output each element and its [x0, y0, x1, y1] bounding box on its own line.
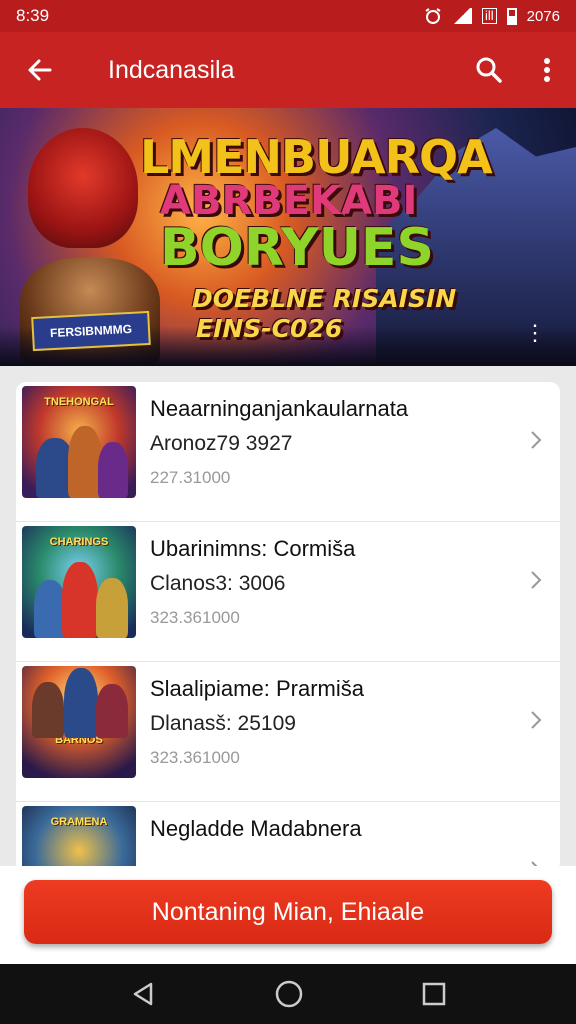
nav-recents-icon[interactable]: [421, 981, 447, 1007]
item-meta: 227.31000: [150, 468, 231, 487]
nav-home-icon[interactable]: [274, 979, 304, 1009]
banner-headline-1: LMENBUARQA: [140, 130, 493, 184]
app-bar: Indcanasila: [0, 32, 576, 108]
thumbnail-caption: TNEHONGAL: [44, 396, 114, 408]
battery-icon: [506, 7, 517, 25]
search-icon: [476, 57, 502, 83]
thumbnail-caption: CHARINGS: [49, 536, 109, 548]
network-label: ill: [481, 8, 497, 24]
banner-headline-3: BORYUES: [160, 218, 434, 278]
game-list: TNEHONGAL Neaarninganjankaularnata Arono…: [16, 382, 560, 872]
status-icons: ill 2076: [424, 7, 560, 25]
chevron-right-icon: [531, 711, 542, 729]
thumbnail-caption: GRAMENA: [50, 816, 108, 828]
item-subtitle: Dlanasš: 25109: [150, 712, 296, 735]
bottom-action-bar: Nontaning Mian, Ehiaale: [0, 866, 576, 964]
item-title: Neaarninganjankaularnata: [150, 396, 409, 421]
item-subtitle: Clanos3: 3006: [150, 572, 286, 595]
item-title: Negladde Madabnera: [150, 816, 362, 841]
list-item[interactable]: BARNOS Slaalipiame: Prarmiša Dlanasš: 25…: [16, 662, 560, 802]
game-thumbnail: CHARINGS: [22, 526, 136, 638]
game-thumbnail: BARNOS: [22, 666, 136, 778]
list-item[interactable]: TNEHONGAL Neaarninganjankaularnata Arono…: [16, 382, 560, 522]
battery-level: 2076: [526, 7, 560, 25]
signal-icon: [451, 8, 472, 24]
game-thumbnail: TNEHONGAL: [22, 386, 136, 498]
chevron-right-icon: [531, 431, 542, 449]
item-subtitle: Aronoz79 3927: [150, 432, 293, 455]
item-meta: 323.361000: [150, 748, 240, 767]
banner-subline-1: DOEBLNE RISAISIN: [192, 284, 457, 313]
item-title: Ubarinimns: Cormiša: [150, 536, 356, 561]
search-button[interactable]: [460, 32, 518, 108]
status-time: 8:39: [16, 6, 50, 25]
list-item[interactable]: GRAMENA Negladde Madabnera: [16, 802, 560, 872]
game-thumbnail: GRAMENA: [22, 806, 136, 872]
arrow-left-icon: [28, 59, 52, 81]
primary-action-button[interactable]: Nontaning Mian, Ehiaale: [24, 880, 552, 944]
back-button[interactable]: [0, 32, 80, 108]
status-bar: 8:39 ill 2076: [0, 0, 576, 32]
page-title: Indcanasila: [108, 55, 235, 84]
banner-more-icon[interactable]: ⋮: [524, 320, 546, 346]
item-meta: 323.361000: [150, 608, 240, 627]
banner-hero-art: [28, 128, 138, 248]
promo-banner[interactable]: LMENBUARQA ABRBEKABI BORYUES DOEBLNE RIS…: [0, 108, 576, 366]
item-title: Slaalipiame: Prarmiša: [150, 676, 364, 701]
list-item[interactable]: CHARINGS Ubarinimns: Cormiša Clanos3: 30…: [16, 522, 560, 662]
more-options-button[interactable]: [518, 32, 576, 108]
nav-back-icon[interactable]: [129, 980, 157, 1008]
system-nav-bar: [0, 964, 576, 1024]
chevron-right-icon: [531, 571, 542, 589]
banner-subline-2: EINS-C026: [196, 314, 343, 343]
banner-logo: FERSIBNMMG: [31, 310, 151, 352]
alarm-icon: [425, 8, 441, 24]
more-vertical-icon: [544, 58, 550, 82]
